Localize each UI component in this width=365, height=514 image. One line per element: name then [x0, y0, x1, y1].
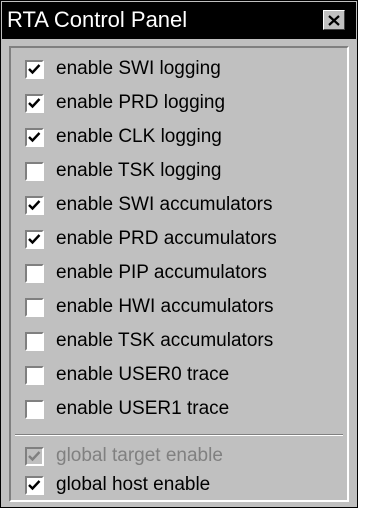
checkbox[interactable] — [25, 297, 44, 317]
option-label: enable CLK logging — [56, 126, 222, 147]
checkbox[interactable] — [25, 59, 44, 79]
option-label: global target enable — [56, 445, 223, 466]
option-tsk-logging[interactable]: enable TSK logging — [25, 156, 222, 186]
checkbox[interactable] — [25, 331, 44, 351]
option-hwi-accumulators[interactable]: enable HWI accumulators — [25, 292, 274, 322]
checkbox — [25, 446, 44, 466]
option-label: enable PRD logging — [56, 92, 226, 113]
window-title: RTA Control Panel — [7, 7, 188, 32]
separator — [15, 434, 343, 436]
option-swi-accumulators[interactable]: enable SWI accumulators — [25, 190, 273, 220]
checkbox[interactable] — [25, 195, 44, 215]
close-button[interactable] — [323, 10, 345, 30]
option-user0-trace[interactable]: enable USER0 trace — [25, 360, 229, 390]
option-prd-accumulators[interactable]: enable PRD accumulators — [25, 224, 277, 254]
checkbox[interactable] — [25, 263, 44, 283]
option-global-target-enable: global target enable — [25, 441, 223, 471]
options-panel: enable SWI logging enable PRD logging en… — [9, 46, 349, 502]
option-global-host-enable[interactable]: global host enable — [25, 470, 210, 500]
option-user1-trace[interactable]: enable USER1 trace — [25, 394, 229, 424]
check-icon — [28, 479, 41, 490]
option-swi-logging[interactable]: enable SWI logging — [25, 54, 221, 84]
option-label: enable PIP accumulators — [56, 262, 267, 283]
option-clk-logging[interactable]: enable CLK logging — [25, 122, 222, 152]
option-label: enable SWI logging — [56, 58, 221, 79]
check-icon — [28, 63, 41, 74]
option-label: enable SWI accumulators — [56, 194, 273, 215]
title-bar[interactable]: RTA Control Panel — [2, 2, 356, 39]
option-label: enable TSK accumulators — [56, 330, 274, 351]
option-label: enable USER0 trace — [56, 364, 230, 385]
close-icon — [328, 14, 340, 26]
check-icon — [28, 199, 41, 210]
check-icon — [28, 450, 41, 461]
option-label: global host enable — [56, 474, 211, 495]
checkbox[interactable] — [25, 475, 44, 495]
check-icon — [28, 233, 41, 244]
rta-control-panel-window: RTA Control Panel enable SWI logging ena… — [0, 0, 358, 508]
option-pip-accumulators[interactable]: enable PIP accumulators — [25, 258, 267, 288]
option-label: enable TSK logging — [56, 160, 222, 181]
checkbox[interactable] — [25, 229, 44, 249]
checkbox[interactable] — [25, 399, 44, 419]
option-prd-logging[interactable]: enable PRD logging — [25, 88, 225, 118]
checkbox[interactable] — [25, 93, 44, 113]
option-label: enable HWI accumulators — [56, 296, 274, 317]
check-icon — [28, 131, 41, 142]
checkbox[interactable] — [25, 127, 44, 147]
checkbox[interactable] — [25, 365, 44, 385]
checkbox[interactable] — [25, 161, 44, 181]
option-label: enable USER1 trace — [56, 398, 230, 419]
option-label: enable PRD accumulators — [56, 228, 277, 249]
option-tsk-accumulators[interactable]: enable TSK accumulators — [25, 326, 273, 356]
check-icon — [28, 97, 41, 108]
